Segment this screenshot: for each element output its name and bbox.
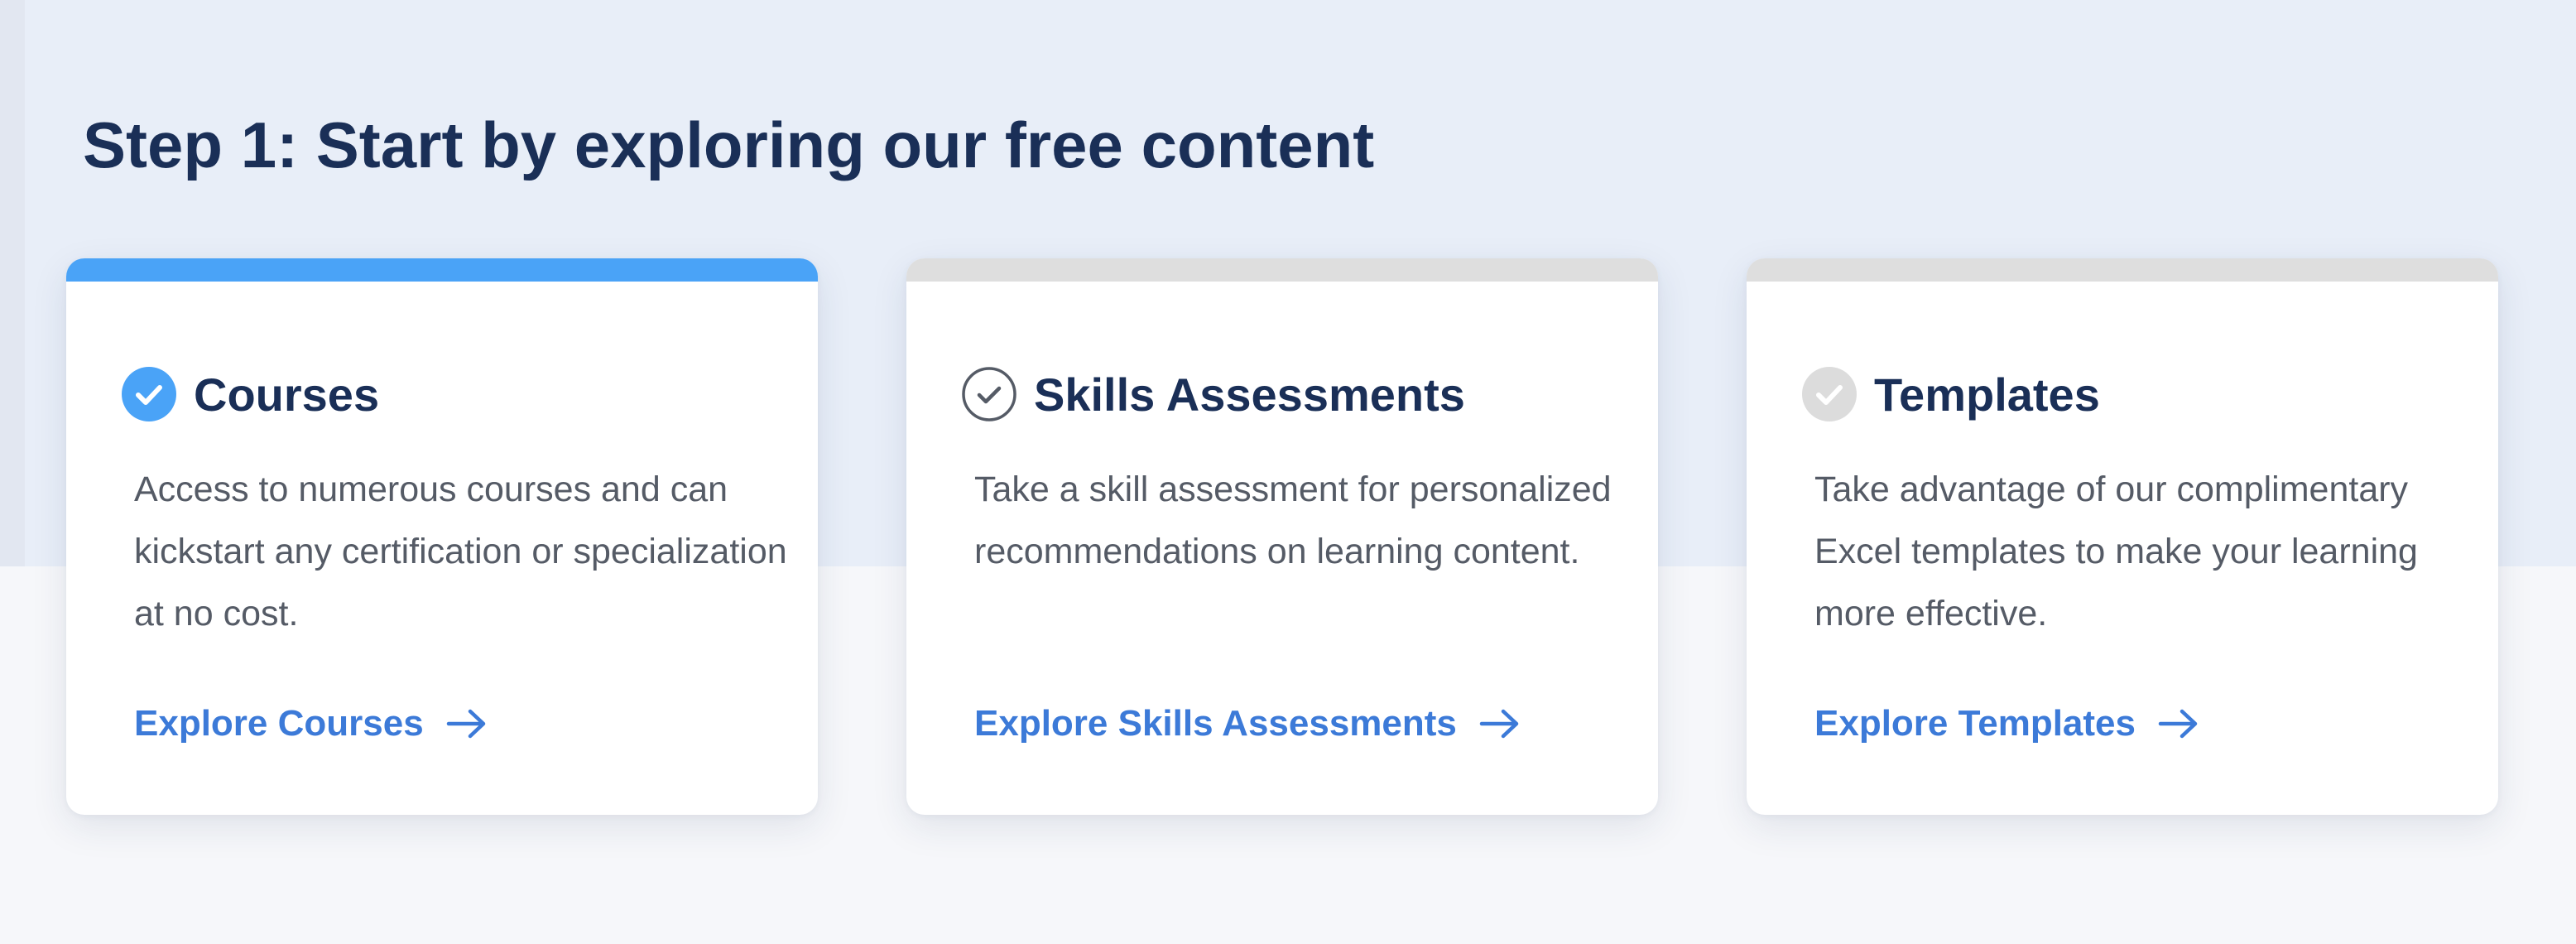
link-label: Explore Templates (1814, 703, 2136, 744)
card-title-row: Templates (1801, 361, 2100, 427)
card-top-bar-inactive (1747, 258, 2498, 282)
card-title: Skills Assessments (1034, 368, 1465, 421)
explore-templates-link[interactable]: Explore Templates (1814, 692, 2200, 755)
arrow-right-icon (2158, 709, 2198, 739)
card-description: Take a skill assessment for personalized… (974, 470, 1612, 571)
left-edge-strip (0, 0, 25, 566)
card-description: Take advantage of our complimentary Exce… (1814, 470, 2418, 633)
explore-courses-link[interactable]: Explore Courses (134, 692, 488, 755)
card-description: Access to numerous courses and can kicks… (134, 470, 787, 633)
link-label: Explore Courses (134, 703, 424, 744)
card-top-bar-active (66, 258, 818, 282)
explore-skills-assessments-link[interactable]: Explore Skills Assessments (974, 692, 1521, 755)
card-title: Courses (194, 368, 380, 421)
check-circle-gray-icon (1802, 367, 1857, 421)
card-templates[interactable]: Templates Take advantage of our complime… (1747, 258, 2498, 815)
arrow-right-icon (1479, 709, 1519, 739)
card-top-bar-inactive (906, 258, 1658, 282)
card-title-row: Skills Assessments (961, 361, 1465, 427)
card-skills-assessments[interactable]: Skills Assessments Take a skill assessme… (906, 258, 1658, 815)
card-courses[interactable]: Courses Access to numerous courses and c… (66, 258, 818, 815)
card-title: Templates (1874, 368, 2100, 421)
check-circle-filled-icon (122, 367, 176, 421)
card-title-row: Courses (121, 361, 379, 427)
link-label: Explore Skills Assessments (974, 703, 1457, 744)
check-circle-outline-icon (962, 367, 1016, 421)
arrow-right-icon (446, 709, 485, 739)
section-heading: Step 1: Start by exploring our free cont… (83, 108, 1375, 181)
